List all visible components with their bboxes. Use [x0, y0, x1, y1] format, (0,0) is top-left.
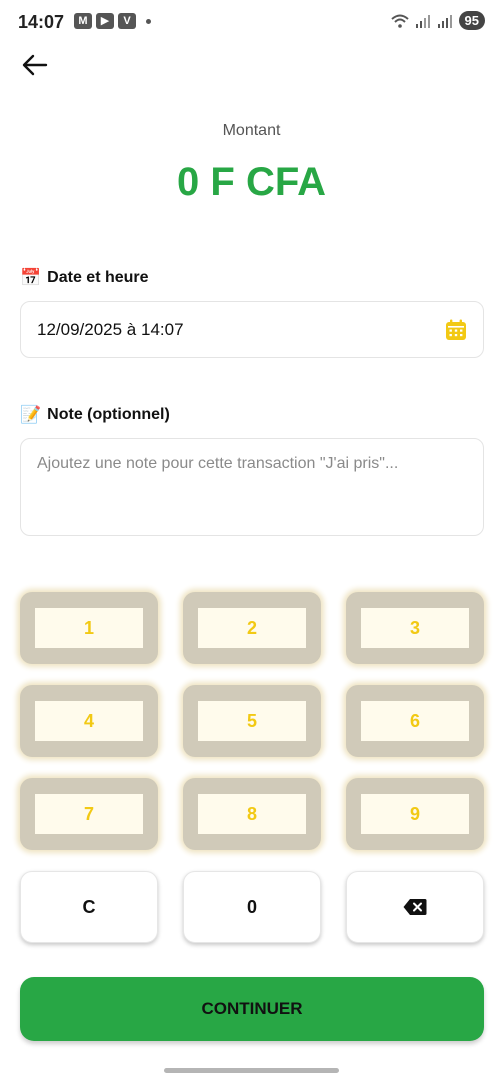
arrow-left-icon: [22, 54, 48, 76]
key-6[interactable]: 6: [346, 685, 484, 757]
home-indicator[interactable]: [164, 1068, 339, 1073]
calendar-icon[interactable]: [445, 319, 467, 341]
key-6-label: 6: [361, 701, 469, 741]
memo-emoji-icon: 📝: [20, 405, 42, 424]
more-notifications-dot-icon: [146, 18, 151, 24]
key-9[interactable]: 9: [346, 778, 484, 850]
date-label-text: Date et heure: [47, 269, 149, 286]
key-7-label: 7: [35, 794, 143, 834]
note-label-text: Note (optionnel): [47, 406, 170, 423]
date-time-field[interactable]: 12/09/2025 à 14:07: [20, 301, 484, 358]
key-7[interactable]: 7: [20, 778, 158, 850]
status-bar: 14:07 M ▶ V 95: [0, 0, 503, 44]
status-notification-icons: M ▶ V: [74, 13, 151, 29]
backspace-key[interactable]: [346, 871, 484, 943]
key-0[interactable]: 0: [183, 871, 321, 943]
key-8-label: 8: [198, 794, 306, 834]
key-1[interactable]: 1: [20, 592, 158, 664]
app-v-icon: V: [118, 13, 136, 29]
numeric-keypad: 1 2 3 4 5 6 7 8 9 C 0: [20, 592, 484, 943]
key-2-label: 2: [198, 608, 306, 648]
signal-icon-sim2: [437, 14, 452, 28]
key-4[interactable]: 4: [20, 685, 158, 757]
date-time-value: 12/09/2025 à 14:07: [37, 319, 184, 339]
key-9-label: 9: [361, 794, 469, 834]
key-4-label: 4: [35, 701, 143, 741]
clear-key[interactable]: C: [20, 871, 158, 943]
key-8[interactable]: 8: [183, 778, 321, 850]
youtube-icon: ▶: [96, 13, 114, 29]
key-5-label: 5: [198, 701, 306, 741]
calendar-emoji-icon: 📅: [20, 268, 42, 287]
gmail-icon: M: [74, 13, 92, 29]
key-2[interactable]: 2: [183, 592, 321, 664]
status-indicators: 95: [390, 11, 485, 30]
wifi-icon: [390, 14, 409, 28]
date-section-label: 📅 Date et heure: [20, 268, 149, 288]
signal-icon-sim1: [415, 14, 430, 28]
note-input[interactable]: [20, 438, 484, 536]
continue-button[interactable]: CONTINUER: [20, 977, 484, 1041]
battery-level: 95: [458, 11, 485, 30]
back-button[interactable]: [18, 50, 52, 80]
backspace-icon: [403, 899, 427, 915]
key-5[interactable]: 5: [183, 685, 321, 757]
key-3[interactable]: 3: [346, 592, 484, 664]
amount-value: 0 F CFA: [177, 160, 326, 204]
key-1-label: 1: [35, 608, 143, 648]
status-time: 14:07: [18, 12, 65, 32]
amount-label: Montant: [222, 122, 281, 139]
key-3-label: 3: [361, 608, 469, 648]
note-section-label: 📝 Note (optionnel): [20, 405, 170, 425]
